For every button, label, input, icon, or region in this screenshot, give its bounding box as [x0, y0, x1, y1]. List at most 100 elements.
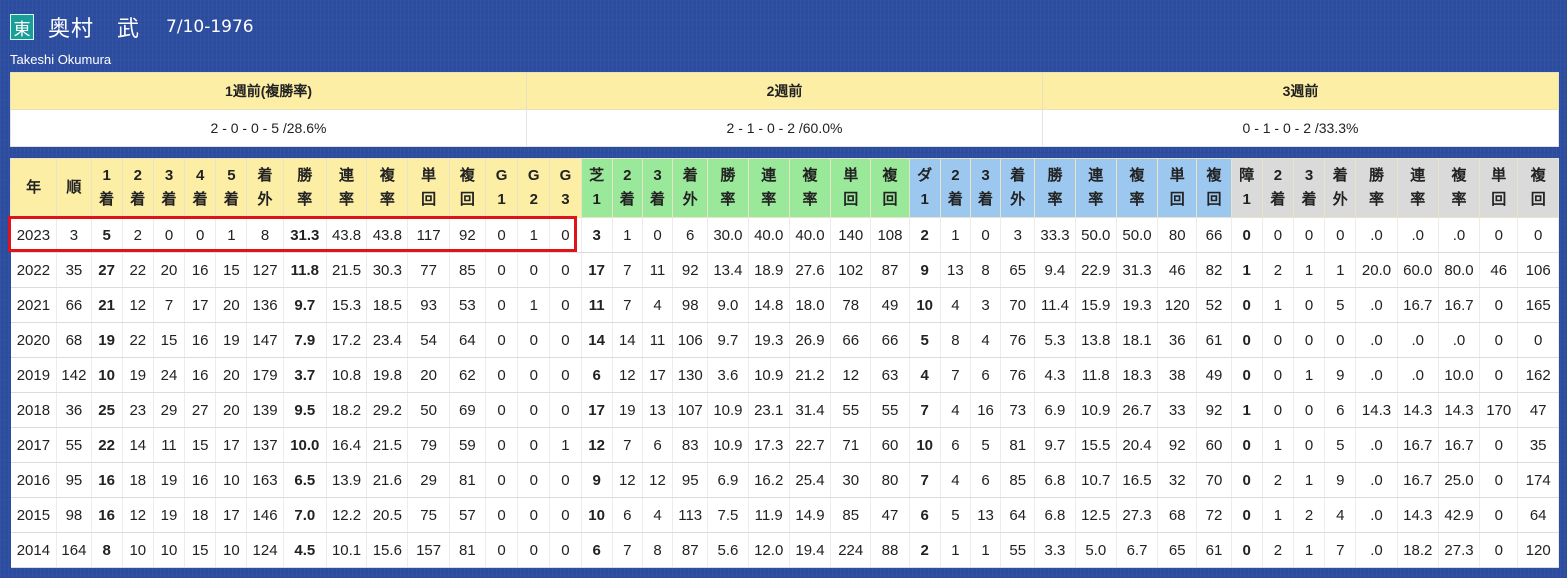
stats-cell: 16.7	[1397, 427, 1439, 463]
stats-cell: 0	[1479, 217, 1519, 253]
year-cell: 2020	[10, 322, 58, 358]
stats-cell: 12	[122, 287, 154, 323]
stats-cell: 15.3	[326, 287, 368, 323]
stats-cell: 1	[940, 532, 971, 568]
stats-cell: 0	[1517, 217, 1559, 253]
stats-cell: 102	[830, 252, 872, 288]
stats-header-cell: 着外	[672, 158, 709, 218]
stats-cell: 9.7	[1034, 427, 1076, 463]
stats-cell: 4	[642, 497, 674, 533]
stats-cell: 68	[1157, 497, 1198, 533]
stats-cell: 0	[1293, 287, 1326, 323]
stats-cell: 19.8	[366, 357, 409, 393]
stats-cell: 5.6	[707, 532, 749, 568]
stats-cell: 15	[215, 252, 248, 288]
stats-cell: 9.0	[707, 287, 749, 323]
year-cell: 2015	[10, 497, 58, 533]
stats-cell: 0	[485, 217, 519, 253]
stats-cell: 29.2	[366, 392, 409, 428]
stats-cell: 146	[246, 497, 284, 533]
stats-cell: 157	[407, 532, 450, 568]
year-cell: 2021	[10, 287, 58, 323]
stats-cell: 85	[449, 252, 486, 288]
stats-cell: 7.0	[283, 497, 327, 533]
stats-cell: 98	[56, 497, 92, 533]
stats-cell: 16	[184, 252, 217, 288]
stats-cell: 19.3	[748, 322, 790, 358]
stats-cell: 30.3	[366, 252, 409, 288]
stats-cell: 13.9	[326, 462, 368, 498]
stats-cell: 57	[449, 497, 486, 533]
stats-cell: 2	[1262, 252, 1294, 288]
stats-cell: 19	[612, 392, 643, 428]
stats-cell: 64	[1000, 497, 1036, 533]
stats-cell: 11.8	[1075, 357, 1117, 393]
stats-cell: 14.3	[1397, 392, 1439, 428]
stats-cell: 19.4	[789, 532, 832, 568]
stats-header-row: 年順1着2着3着4着5着着外勝率連率複率単回複回G1G2G3芝12着3着着外勝率…	[9, 158, 1559, 218]
stats-cell: 18.1	[1116, 322, 1159, 358]
stats-cell: 10	[91, 357, 123, 393]
stats-body: 2023 3 5 2 0 0 1 8 31.3 43.8 43.8 117 92 0 1 0 3 1 0 6 30.0 4…	[10, 217, 1559, 568]
stats-cell: 113	[672, 497, 709, 533]
stats-cell: 117	[407, 217, 450, 253]
stats-cell: 10	[581, 497, 613, 533]
stats-cell: 26.7	[1116, 392, 1159, 428]
stats-cell: 7.5	[707, 497, 749, 533]
stats-cell: 22.7	[789, 427, 832, 463]
stats-cell: 72	[1196, 497, 1232, 533]
stats-cell: 10.8	[326, 357, 368, 393]
stats-cell: 78	[830, 287, 872, 323]
year-cell: 2014	[10, 532, 58, 568]
stats-cell: 11.8	[283, 252, 327, 288]
stats-cell: 25.0	[1438, 462, 1481, 498]
stats-cell: 69	[449, 392, 486, 428]
stats-cell: 27	[91, 252, 123, 288]
stats-cell: 7.9	[283, 322, 327, 358]
stats-cell: 11	[642, 252, 674, 288]
stats-cell: 15	[184, 427, 217, 463]
stats-cell: 68	[56, 322, 92, 358]
stats-cell: 4	[1324, 497, 1357, 533]
stats-cell: 13	[970, 497, 1002, 533]
stats-cell: 6	[672, 217, 709, 253]
stats-cell: 50.0	[1116, 217, 1159, 253]
jockey-romanized-name: Takeshi Okumura	[10, 52, 112, 67]
stats-cell: 30	[830, 462, 872, 498]
stats-cell: 27.3	[1116, 497, 1159, 533]
stats-cell: 60	[1196, 427, 1232, 463]
stats-cell: 19	[153, 497, 186, 533]
stats-cell: 79	[407, 427, 450, 463]
stats-cell: 19.3	[1116, 287, 1159, 323]
stats-cell: 12	[581, 427, 613, 463]
stats-cell: 50	[407, 392, 450, 428]
stats-cell: 0	[549, 287, 582, 323]
stats-cell: 12.5	[1075, 497, 1117, 533]
stats-cell: 40.0	[748, 217, 790, 253]
stats-cell: 66	[56, 287, 92, 323]
stats-cell: 6.9	[707, 462, 749, 498]
stats-cell: 0	[1231, 497, 1263, 533]
jockey-birthdate: 7/10-1976	[166, 17, 254, 37]
stats-cell: 120	[1517, 532, 1559, 568]
stats-cell: 2	[122, 217, 154, 253]
stats-cell: 12	[830, 357, 872, 393]
stats-cell: 3.3	[1034, 532, 1076, 568]
stats-cell: 95	[56, 462, 92, 498]
table-row: 2014 164 8 10 10 15 10 124 4.5 10.1 15.6 157 81 0 0 0 6 7…	[10, 532, 1559, 568]
week-1-value: 2 - 0 - 0 - 5 /28.6%	[10, 109, 527, 147]
stats-cell: 64	[1517, 497, 1559, 533]
stats-cell: 17	[215, 497, 248, 533]
stats-cell: 64	[449, 322, 486, 358]
stats-cell: 16	[91, 462, 123, 498]
stats-cell: 62	[449, 357, 486, 393]
week-1-header: 1週前(複勝率)	[10, 72, 527, 110]
stats-cell: 82	[1196, 252, 1232, 288]
stats-header-cell: 順	[56, 158, 92, 218]
stats-cell: 19	[215, 322, 248, 358]
stats-cell: 6	[642, 427, 674, 463]
year-cell: 2016	[10, 462, 58, 498]
stats-cell: 12.2	[326, 497, 368, 533]
stats-cell: .0	[1397, 357, 1439, 393]
stats-cell: 106	[672, 322, 709, 358]
